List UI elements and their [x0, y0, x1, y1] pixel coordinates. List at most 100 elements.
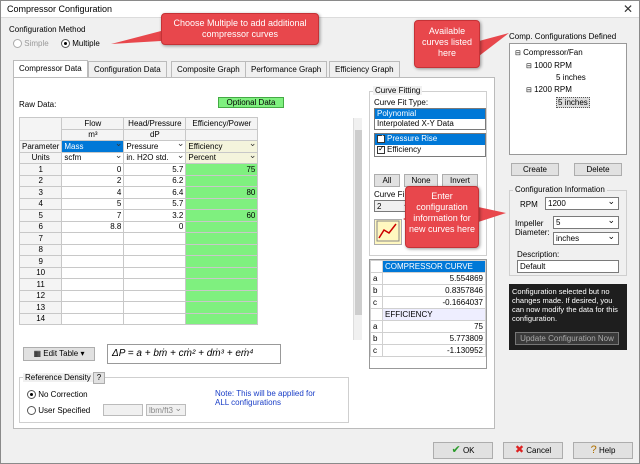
description-input[interactable]: Default: [517, 260, 619, 273]
delete-button[interactable]: Delete: [574, 163, 622, 176]
simple-radio[interactable]: Simple: [13, 39, 49, 49]
head-cell[interactable]: 5.7: [123, 197, 187, 210]
efficiency-parameter-select[interactable]: Efficiency: [185, 139, 259, 153]
interpolated-option[interactable]: Interpolated X-Y Data: [375, 119, 485, 128]
tree-root[interactable]: ⊟ Compressor/Fan: [515, 48, 583, 57]
close-icon[interactable]: ✕: [623, 2, 633, 16]
create-button[interactable]: Create: [511, 163, 559, 176]
flow-cell[interactable]: [61, 301, 125, 314]
impeller-unit-select[interactable]: inches: [553, 231, 619, 245]
efficiency-cell[interactable]: [185, 266, 259, 279]
tree-node-1000-rpm[interactable]: ⊟ 1000 RPM: [526, 61, 572, 70]
head-cell[interactable]: [123, 232, 187, 245]
tab-configuration-data[interactable]: Configuration Data: [88, 61, 167, 77]
head-cell[interactable]: [123, 301, 187, 314]
tab-efficiency-graph[interactable]: Efficiency Graph: [329, 61, 400, 77]
table-row[interactable]: 4 5 5.7: [18, 197, 259, 210]
table-row[interactable]: 1 0 5.7 75: [18, 163, 259, 176]
efficiency-cell[interactable]: [185, 174, 259, 187]
head-units-select[interactable]: in. H2O std.: [123, 150, 187, 164]
flow-cell[interactable]: 2: [61, 174, 125, 187]
table-row[interactable]: 6 8.8 0: [18, 220, 259, 233]
head-cell[interactable]: 5.7: [123, 163, 187, 176]
no-correction-radio[interactable]: No Correction: [27, 390, 88, 400]
efficiency-cell[interactable]: 60: [185, 209, 259, 222]
head-cell[interactable]: 6.4: [123, 186, 187, 199]
head-cell[interactable]: [123, 278, 187, 291]
density-input[interactable]: [103, 404, 143, 416]
tree-leaf-1000-5in[interactable]: 5 inches: [556, 73, 586, 82]
tree-leaf-1200-5in[interactable]: 5 inches: [556, 97, 590, 108]
update-configuration-button[interactable]: Update Configuration Now: [515, 332, 619, 345]
efficiency-cell[interactable]: [185, 197, 259, 210]
flow-cell[interactable]: [61, 289, 125, 302]
efficiency-cell[interactable]: [185, 312, 259, 325]
flow-cell[interactable]: 0: [61, 163, 125, 176]
efficiency-checkbox[interactable]: Efficiency: [375, 144, 485, 154]
multiple-radio[interactable]: Multiple: [61, 39, 100, 49]
polynomial-option[interactable]: Polynomial: [375, 109, 485, 119]
efficiency-cell[interactable]: 80: [185, 186, 259, 199]
table-row[interactable]: 10: [18, 266, 259, 279]
head-cell[interactable]: 0: [123, 220, 187, 233]
curve-fit-type-list[interactable]: Polynomial Interpolated X-Y Data: [374, 108, 486, 130]
table-row[interactable]: 5 7 3.2 60: [18, 209, 259, 222]
head-cell[interactable]: [123, 255, 187, 268]
head-cell[interactable]: 3.2: [123, 209, 187, 222]
flow-cell[interactable]: 5: [61, 197, 125, 210]
density-unit-select[interactable]: lbm/ft3: [146, 403, 186, 416]
pressure-rise-checkbox[interactable]: Pressure Rise: [375, 133, 485, 145]
tab-performance-graph[interactable]: Performance Graph: [245, 61, 328, 77]
head-cell[interactable]: 6.2: [123, 174, 187, 187]
table-row[interactable]: 7: [18, 232, 259, 245]
flow-cell[interactable]: [61, 232, 125, 245]
flow-cell[interactable]: [61, 312, 125, 325]
table-row[interactable]: 9: [18, 255, 259, 268]
efficiency-cell[interactable]: 75: [185, 163, 259, 176]
tab-compressor-data[interactable]: Compressor Data: [13, 60, 88, 77]
edit-table-button[interactable]: ▦ Edit Table ▾: [23, 347, 95, 361]
table-row[interactable]: 2 2 6.2: [18, 174, 259, 187]
flow-cell[interactable]: [61, 278, 125, 291]
efficiency-cell[interactable]: [185, 255, 259, 268]
efficiency-units-select[interactable]: Percent: [185, 150, 259, 164]
graph-icon[interactable]: [374, 219, 402, 245]
head-cell[interactable]: [123, 289, 187, 302]
flow-units-select[interactable]: scfm: [61, 150, 125, 164]
table-row[interactable]: 3 4 6.4 80: [18, 186, 259, 199]
head-cell[interactable]: [123, 266, 187, 279]
flow-cell[interactable]: [61, 255, 125, 268]
configurations-tree[interactable]: ⊟ Compressor/Fan ⊟ 1000 RPM 5 inches ⊟ 1…: [509, 43, 627, 155]
impeller-select[interactable]: 5: [553, 215, 619, 229]
efficiency-cell[interactable]: [185, 289, 259, 302]
flow-cell[interactable]: 4: [61, 186, 125, 199]
table-row[interactable]: 8: [18, 243, 259, 256]
efficiency-cell[interactable]: [185, 243, 259, 256]
flow-cell[interactable]: [61, 266, 125, 279]
tree-node-1200-rpm[interactable]: ⊟ 1200 RPM: [526, 85, 572, 94]
table-row[interactable]: 14: [18, 312, 259, 325]
table-scrollbar[interactable]: [353, 118, 362, 340]
ok-button[interactable]: ✔ OK: [433, 442, 493, 459]
raw-data-table[interactable]: Flow Head/Pressure Efficiency/Power m³ dP P…: [18, 117, 259, 325]
cancel-button[interactable]: ✖ Cancel: [503, 442, 563, 459]
flow-cell[interactable]: 8.8: [61, 220, 125, 233]
rpm-select[interactable]: 1200: [545, 196, 619, 210]
flow-cell[interactable]: [61, 243, 125, 256]
table-row[interactable]: 11: [18, 278, 259, 291]
efficiency-cell[interactable]: [185, 301, 259, 314]
efficiency-cell[interactable]: [185, 220, 259, 233]
tab-composite-graph[interactable]: Composite Graph: [171, 61, 246, 77]
table-row[interactable]: 12: [18, 289, 259, 302]
efficiency-cell[interactable]: [185, 278, 259, 291]
head-cell[interactable]: [123, 243, 187, 256]
head-cell[interactable]: [123, 312, 187, 325]
curve-list[interactable]: Pressure Rise Efficiency: [374, 133, 486, 157]
user-specified-radio[interactable]: User Specified: [27, 406, 90, 416]
efficiency-cell[interactable]: [185, 232, 259, 245]
flow-cell[interactable]: 7: [61, 209, 125, 222]
help-button[interactable]: ? Help: [573, 442, 633, 459]
reference-density-help-button[interactable]: ?: [93, 372, 105, 384]
all-button[interactable]: All: [374, 174, 400, 187]
table-row[interactable]: 13: [18, 301, 259, 314]
